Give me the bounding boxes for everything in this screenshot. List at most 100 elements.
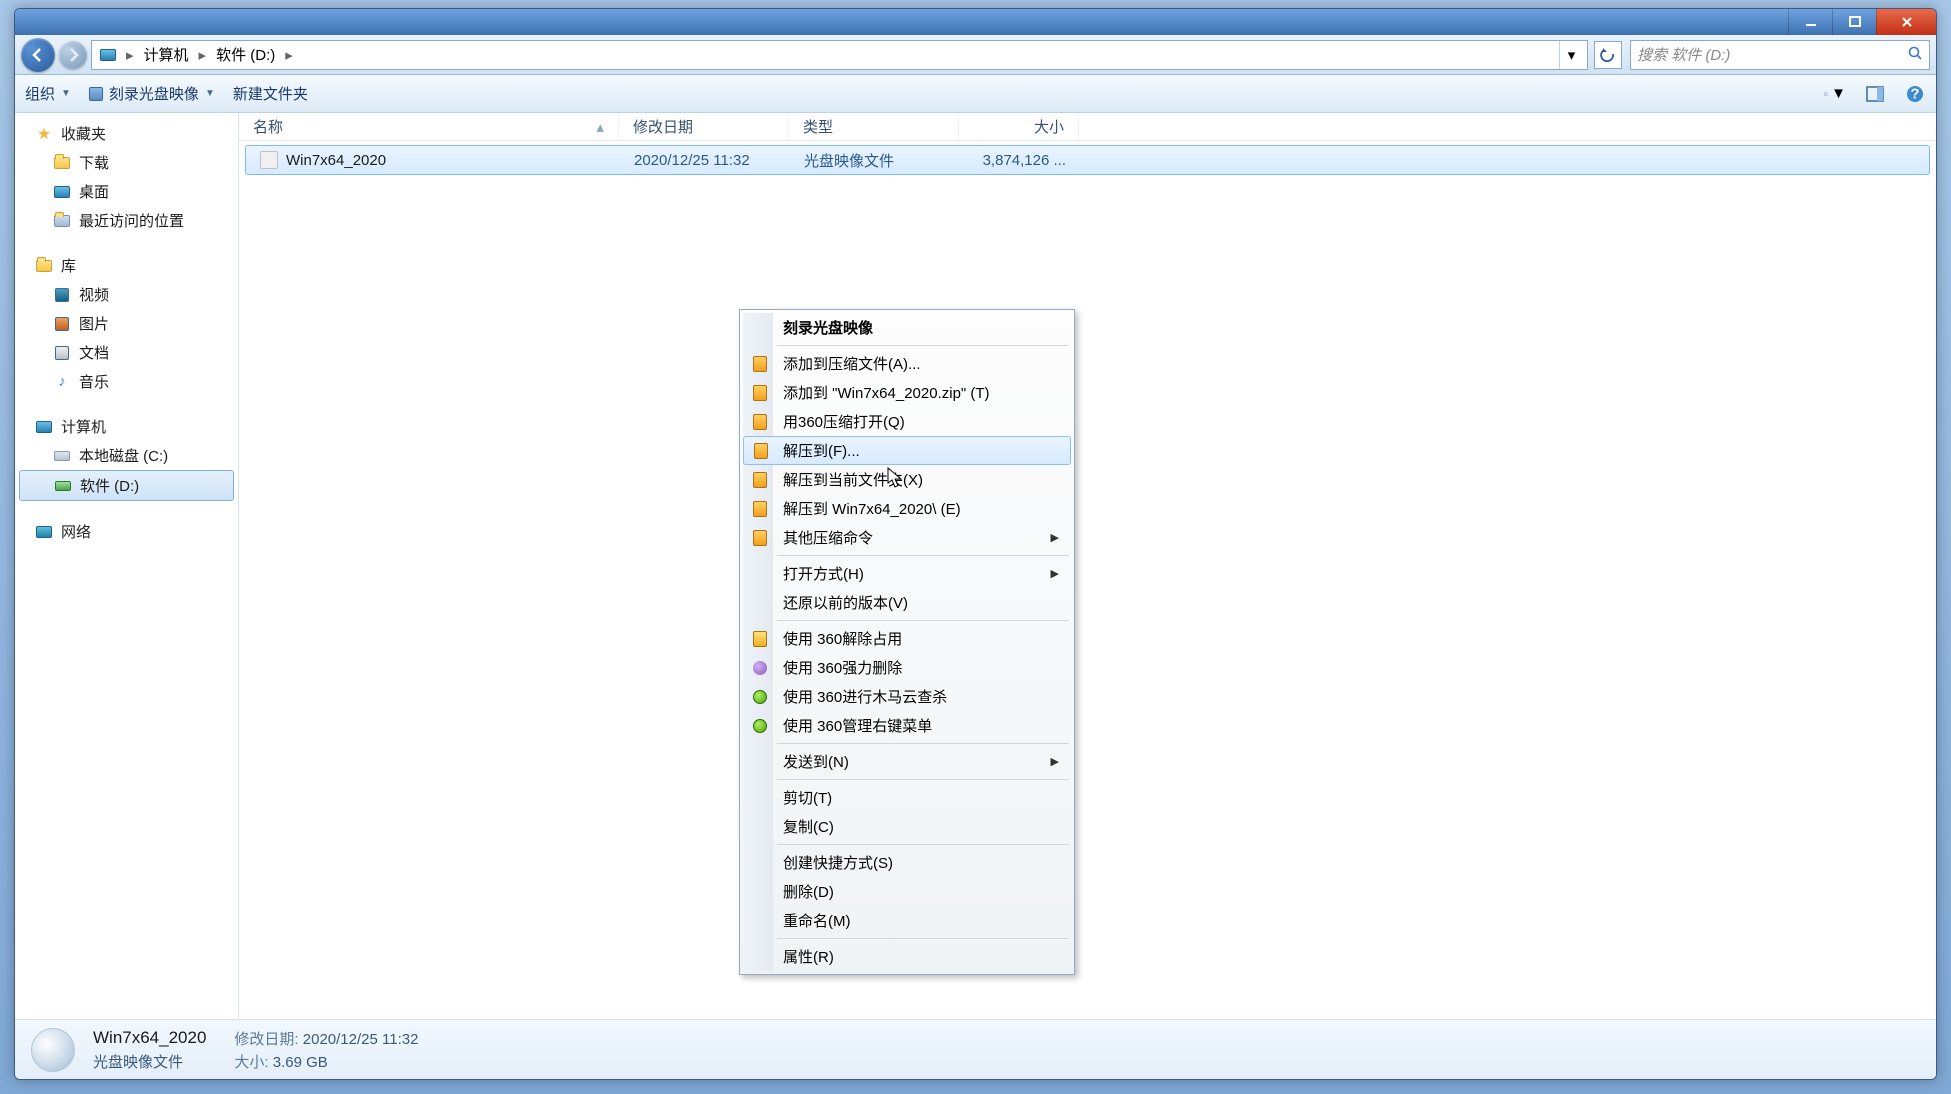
sidebar-item-pictures[interactable]: 图片 [15,309,238,338]
ctx-extract-to[interactable]: 解压到(F)... [743,436,1071,465]
breadcrumb-current[interactable]: 软件 (D:) [212,42,279,67]
help-button[interactable]: ? [1904,83,1926,105]
ctx-separator [777,620,1069,621]
sidebar-computer-head[interactable]: 计算机 [15,412,238,441]
file-thumbnail-icon [31,1028,75,1072]
sidebar-item-music[interactable]: ♪音乐 [15,367,238,396]
burn-button[interactable]: 刻录光盘映像▼ [89,83,215,104]
details-filetype: 光盘映像文件 [93,1051,206,1072]
archive-icon [753,356,767,372]
ctx-restore-version[interactable]: 还原以前的版本(V) [743,588,1071,617]
sidebar-item-drive-d[interactable]: 软件 (D:) [19,470,234,501]
newfolder-button[interactable]: 新建文件夹 [233,83,308,104]
back-button[interactable] [21,38,55,72]
ctx-separator [777,743,1069,744]
archive-icon [754,443,768,459]
ctx-360-manage[interactable]: 使用 360管理右键菜单 [743,711,1071,740]
preview-pane-button[interactable] [1864,83,1886,105]
sidebar-item-documents[interactable]: 文档 [15,338,238,367]
explorer-window: ▸ 计算机 ▸ 软件 (D:) ▸ ▾ 搜索 软件 (D:) 组织▼ 刻录光盘映… [14,8,1937,1080]
ctx-rename[interactable]: 重命名(M) [743,906,1071,935]
breadcrumb-computer[interactable]: 计算机 [140,42,193,67]
folder-icon [54,157,70,169]
ctx-extract-here[interactable]: 解压到当前文件夹(X) [743,465,1071,494]
ctx-properties[interactable]: 属性(R) [743,942,1071,971]
ctx-360-unlock[interactable]: 使用 360解除占用 [743,624,1071,653]
content-pane: 名称▴ 修改日期 类型 大小 Win7x64_2020 2020/12/25 1… [239,113,1936,1019]
ctx-copy[interactable]: 复制(C) [743,812,1071,841]
ctx-add-archive[interactable]: 添加到压缩文件(A)... [743,349,1071,378]
context-menu: 刻录光盘映像 添加到压缩文件(A)... 添加到 "Win7x64_2020.z… [739,309,1075,975]
ctx-cut[interactable]: 剪切(T) [743,783,1071,812]
breadcrumb-computer-icon[interactable] [96,47,120,63]
submenu-arrow-icon: ▶ [1051,567,1059,580]
tool-icon [753,661,767,675]
organize-button[interactable]: 组织▼ [25,83,71,104]
ctx-open-360[interactable]: 用360压缩打开(Q) [743,407,1071,436]
star-icon: ★ [35,125,53,143]
sidebar-item-drive-c[interactable]: 本地磁盘 (C:) [15,441,238,470]
computer-icon [36,421,52,433]
file-size: 3,874,126 ... [960,152,1080,169]
document-icon [55,346,69,360]
ctx-burn[interactable]: 刻录光盘映像 [743,313,1071,342]
drive-icon [55,481,71,491]
ctx-add-zip[interactable]: 添加到 "Win7x64_2020.zip" (T) [743,378,1071,407]
archive-icon [753,501,767,517]
ctx-open-with[interactable]: 打开方式(H)▶ [743,559,1071,588]
sidebar-item-desktop[interactable]: 桌面 [15,177,238,206]
minimize-icon [1804,15,1818,29]
file-list[interactable]: Win7x64_2020 2020/12/25 11:32 光盘映像文件 3,8… [239,141,1936,1019]
close-button[interactable] [1876,9,1936,35]
refresh-button[interactable] [1594,41,1622,69]
minimize-button[interactable] [1788,9,1832,35]
column-headers: 名称▴ 修改日期 类型 大小 [239,113,1936,141]
svg-text:?: ? [1910,85,1919,102]
archive-icon [753,414,767,430]
tool-icon [753,631,767,647]
sidebar-item-downloads[interactable]: 下载 [15,148,238,177]
chevron-down-icon: ▼ [205,88,215,99]
col-size[interactable]: 大小 [959,113,1079,140]
chevron-down-icon: ▼ [1831,85,1846,102]
breadcrumb-sep-icon: ▸ [126,46,134,64]
video-icon [55,288,69,302]
ctx-separator [777,779,1069,780]
sidebar-network-head[interactable]: 网络 [15,517,238,546]
search-box[interactable]: 搜索 软件 (D:) [1630,40,1930,70]
ctx-shortcut[interactable]: 创建快捷方式(S) [743,848,1071,877]
archive-icon [753,472,767,488]
ctx-360-forcedel[interactable]: 使用 360强力删除 [743,653,1071,682]
sidebar-libraries-head[interactable]: 库 [15,251,238,280]
maximize-button[interactable] [1832,9,1876,35]
details-date-label: 修改日期: [234,1031,298,1048]
ctx-delete[interactable]: 删除(D) [743,877,1071,906]
sidebar-item-videos[interactable]: 视频 [15,280,238,309]
ctx-other-zip[interactable]: 其他压缩命令▶ [743,523,1071,552]
nav-row: ▸ 计算机 ▸ 软件 (D:) ▸ ▾ 搜索 软件 (D:) [15,35,1936,75]
file-name: Win7x64_2020 [286,152,386,169]
ctx-extract-folder[interactable]: 解压到 Win7x64_2020\ (E) [743,494,1071,523]
details-size-label: 大小: [234,1054,268,1071]
newfolder-label: 新建文件夹 [233,83,308,104]
drive-icon [54,451,70,461]
submenu-arrow-icon: ▶ [1051,531,1059,544]
toolbar: 组织▼ 刻录光盘映像▼ 新建文件夹 ▼ ? [15,75,1936,113]
col-name[interactable]: 名称▴ [239,113,619,140]
forward-button[interactable] [59,41,87,69]
col-type[interactable]: 类型 [789,113,959,140]
address-dropdown[interactable]: ▾ [1559,41,1583,69]
ctx-send-to[interactable]: 发送到(N)▶ [743,747,1071,776]
col-date[interactable]: 修改日期 [619,113,789,140]
submenu-arrow-icon: ▶ [1051,755,1059,768]
file-row[interactable]: Win7x64_2020 2020/12/25 11:32 光盘映像文件 3,8… [245,145,1930,175]
breadcrumb-sep-icon: ▸ [285,46,293,64]
view-mode-button[interactable]: ▼ [1824,83,1846,105]
address-bar[interactable]: ▸ 计算机 ▸ 软件 (D:) ▸ ▾ [91,40,1588,70]
ctx-separator [777,844,1069,845]
ctx-360-scan[interactable]: 使用 360进行木马云查杀 [743,682,1071,711]
maximize-icon [1848,15,1862,29]
sidebar-item-recent[interactable]: 最近访问的位置 [15,206,238,235]
tool-icon [753,719,767,733]
sidebar-favorites-head[interactable]: ★收藏夹 [15,119,238,148]
